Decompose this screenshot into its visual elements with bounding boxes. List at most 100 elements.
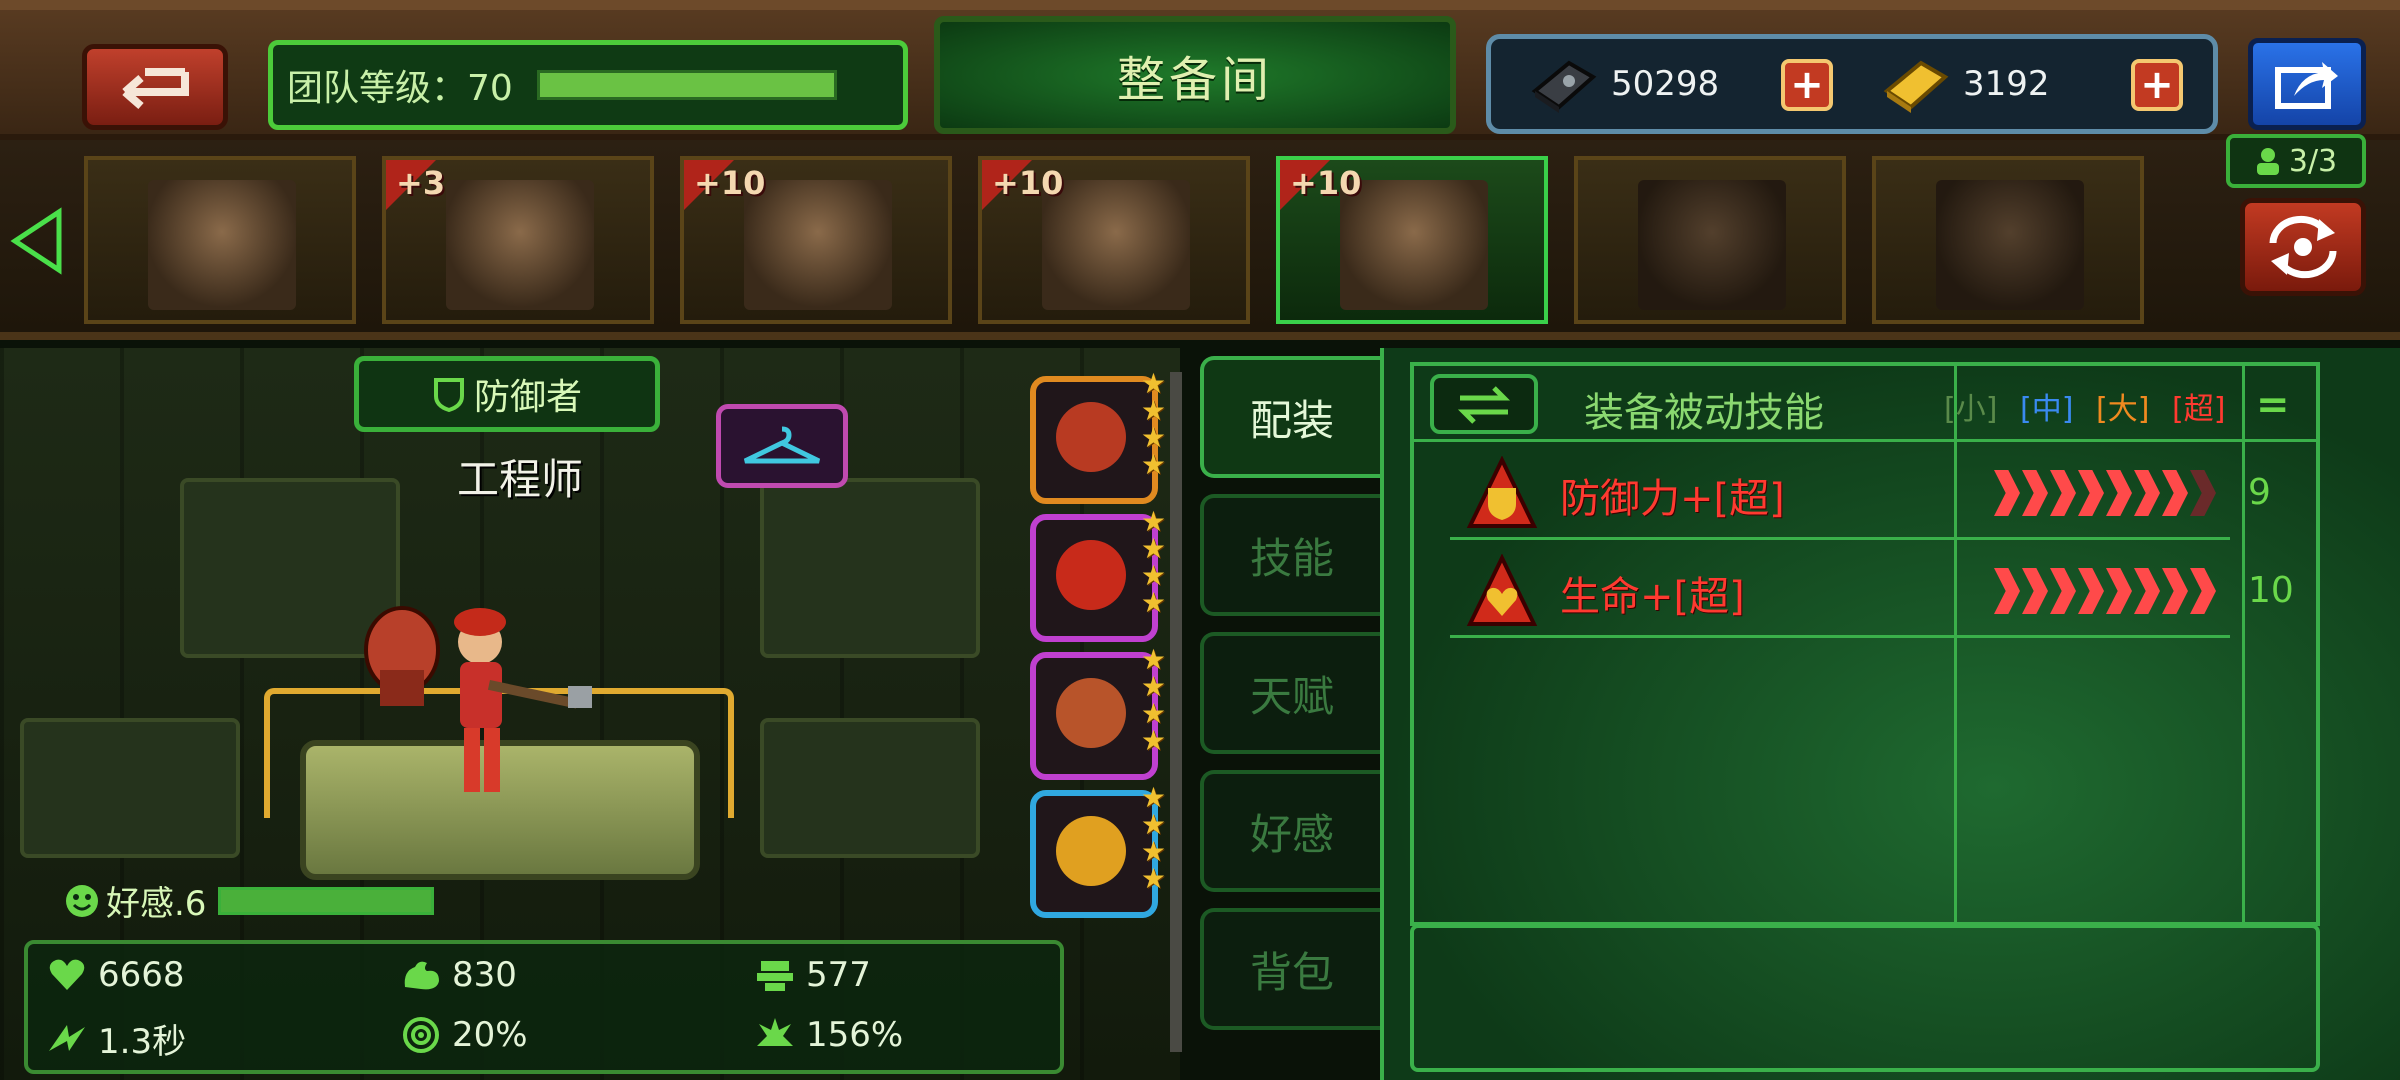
- star-icon: ★: [1140, 670, 1166, 703]
- steel-value: 50298: [1611, 64, 1720, 104]
- star-icon: ★: [1140, 781, 1166, 814]
- grade-legend-button[interactable]: =: [2256, 382, 2290, 428]
- outfit-button[interactable]: [716, 404, 848, 488]
- hero-portrait: [1340, 180, 1488, 310]
- stat-hp: 6668: [46, 954, 185, 996]
- roster-slot[interactable]: [84, 156, 356, 324]
- chevron-icon: [2022, 470, 2048, 516]
- tab-backpack[interactable]: 背包: [1200, 908, 1380, 1030]
- switch-view-button[interactable]: [1430, 374, 1538, 434]
- tab-talent[interactable]: 天赋: [1200, 632, 1380, 754]
- stat-crit-damage-value: 156%: [806, 1015, 904, 1055]
- roster-slot[interactable]: +10: [978, 156, 1250, 324]
- tab-loadout[interactable]: 配装: [1200, 356, 1380, 478]
- defense-shield-icon: [1466, 456, 1538, 528]
- stat-crit-damage: 156%: [754, 1014, 903, 1056]
- grade-large: [大]: [2096, 392, 2150, 427]
- gold-bar-icon: [1883, 60, 1949, 113]
- muscle-icon: [400, 954, 442, 996]
- back-button[interactable]: [82, 44, 228, 130]
- roster-slot-level: +10: [694, 164, 766, 202]
- arrow-left-icon: [10, 207, 62, 275]
- add-gold-button[interactable]: +: [2131, 59, 2183, 111]
- skill-name: 防御力+[超]: [1560, 476, 1785, 522]
- star-icon: ★: [1140, 724, 1166, 757]
- passive-skills-table: 装备被动技能 [小] [中] [大] [超] = 防御力+[超] 9 生命+[超] 1…: [1410, 362, 2320, 926]
- page-title-box: 整备间: [934, 16, 1456, 134]
- equipment-slot-armor[interactable]: ★ ★ ★ ★: [1030, 646, 1166, 780]
- hero-portrait: [1638, 180, 1786, 310]
- chevron-icon: [2190, 568, 2216, 614]
- swap-icon: [2269, 215, 2337, 279]
- hero-character: [364, 600, 592, 820]
- skill-level-chevrons: [1994, 470, 2218, 516]
- roster-scroll-left-button[interactable]: [4, 198, 70, 284]
- add-steel-button[interactable]: +: [1781, 59, 1833, 111]
- star-icon: ★: [1140, 448, 1166, 481]
- chevron-icon: [2162, 568, 2188, 614]
- skill-count: 9: [2248, 472, 2271, 513]
- equipment-stars: ★ ★ ★ ★: [1140, 646, 1166, 757]
- column-divider: [2242, 366, 2245, 922]
- member-count-value: 3/3: [2288, 143, 2338, 179]
- hero-stats: 6668 830 577 1.3秒 20% 156%: [24, 940, 1064, 1074]
- star-icon: ★: [1140, 835, 1166, 868]
- equipment-slot-beret[interactable]: ★ ★ ★ ★: [1030, 508, 1166, 642]
- grade-small: [小]: [1944, 392, 1998, 427]
- grade-super: [超]: [2172, 392, 2226, 427]
- tab-skills[interactable]: 技能: [1200, 494, 1380, 616]
- equipment-slot-ring[interactable]: ★ ★ ★ ★: [1030, 784, 1166, 918]
- equipment-skills-panel: 装备被动技能 [小] [中] [大] [超] = 防御力+[超] 9 生命+[超] 1…: [1380, 348, 2400, 1080]
- team-level-bar: 团队等级：70: [268, 40, 908, 130]
- chevron-icon: [2022, 568, 2048, 614]
- stat-defense-value: 577: [806, 955, 871, 995]
- hero-name: 工程师: [456, 455, 583, 504]
- star-icon: ★: [1140, 862, 1166, 895]
- skill-count: 10: [2248, 570, 2294, 611]
- chevron-icon: [2106, 470, 2132, 516]
- star-icon: ★: [1140, 808, 1166, 841]
- hero-portrait: [744, 180, 892, 310]
- equipment-slot-missile[interactable]: ★ ★ ★ ★: [1030, 370, 1166, 504]
- person-icon: [2256, 148, 2279, 175]
- health-heart-icon: [1466, 554, 1538, 626]
- currency-panel: 50298 + 3192 +: [1486, 34, 2218, 134]
- tab-affection[interactable]: 好感: [1200, 770, 1380, 892]
- hero-portrait: [148, 180, 296, 310]
- roster-slot[interactable]: [1872, 156, 2144, 324]
- stat-crit: 20%: [400, 1014, 528, 1056]
- wall-panel: [760, 478, 980, 658]
- roster-slot[interactable]: [1574, 156, 1846, 324]
- chevron-icon: [2050, 470, 2076, 516]
- stat-attack-speed-value: 1.3秒: [98, 1022, 187, 1062]
- gold-value: 3192: [1963, 64, 2050, 104]
- top-bar: 团队等级：70 整备间 50298 + 3192 +: [0, 0, 2400, 140]
- star-icon: ★: [1140, 559, 1166, 592]
- speed-icon: [46, 1018, 88, 1060]
- wall-panel: [760, 718, 980, 858]
- shield-icon: [433, 378, 464, 412]
- tab-label: 配装: [1249, 395, 1334, 445]
- roster-slot-level: +10: [992, 164, 1064, 202]
- roster-slot-level: +10: [1290, 164, 1362, 202]
- tab-label: 背包: [1249, 947, 1334, 997]
- swap-team-button[interactable]: [2240, 198, 2366, 296]
- tab-label: 技能: [1249, 533, 1334, 583]
- swap-arrows-icon: [1457, 386, 1511, 424]
- roster-slot[interactable]: +10: [1276, 156, 1548, 324]
- share-button[interactable]: [2248, 38, 2366, 130]
- hero-role-badge: 防御者: [354, 356, 660, 432]
- missile-icon: [1056, 402, 1126, 472]
- chevron-icon: [1994, 470, 2020, 516]
- roster-slot[interactable]: +3: [382, 156, 654, 324]
- stat-attack-speed: 1.3秒: [46, 1014, 186, 1063]
- ring-icon: [1056, 816, 1126, 886]
- wall-panel: [20, 718, 240, 858]
- roster-slot[interactable]: +10: [680, 156, 952, 324]
- skills-header: 装备被动技能 [小] [中] [大] [超] =: [1414, 366, 2316, 442]
- stat-crit-value: 20%: [452, 1015, 528, 1055]
- equipment-stars: ★ ★ ★ ★: [1140, 781, 1166, 895]
- grade-medium: [中]: [2020, 392, 2074, 427]
- gold-currency: 3192: [1881, 51, 2050, 117]
- chevron-icon: [2050, 568, 2076, 614]
